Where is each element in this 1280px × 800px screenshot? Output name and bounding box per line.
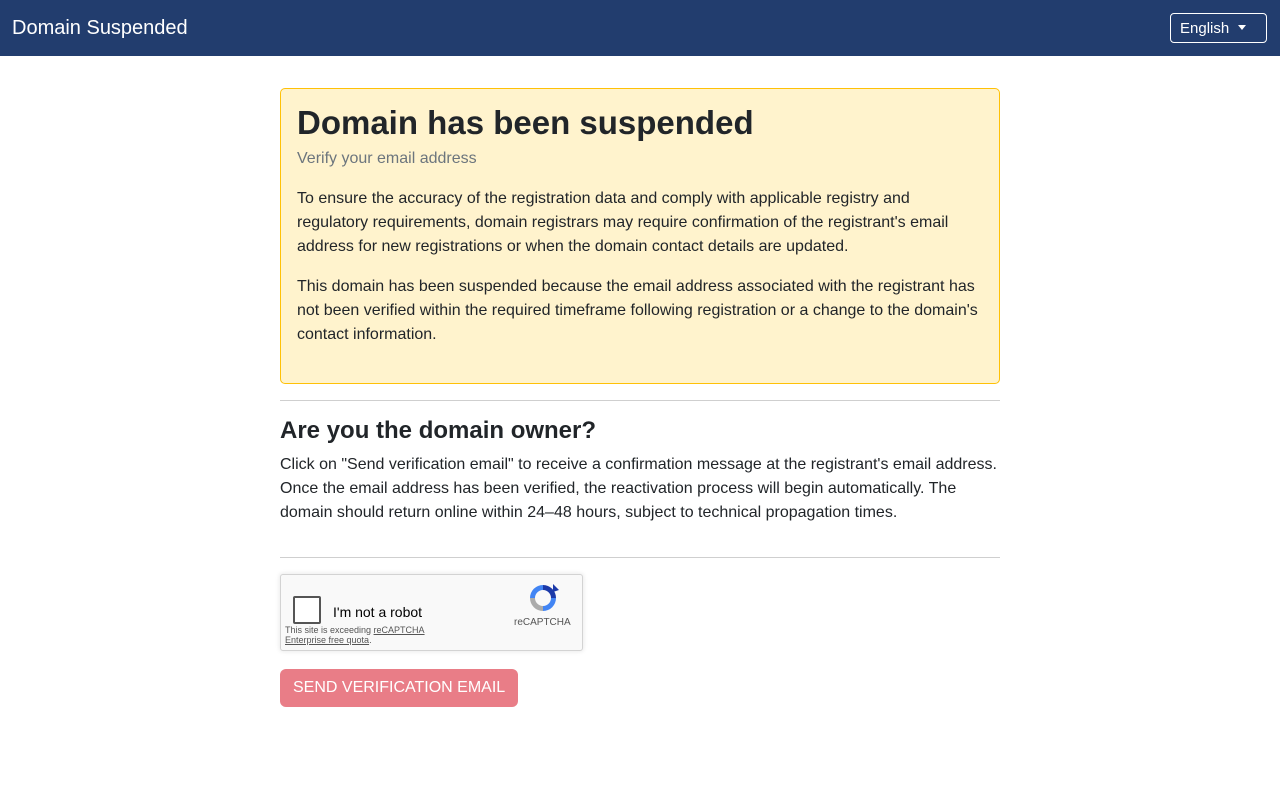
recaptcha-widget: I'm not a robot This site is exceeding r… [280,573,583,651]
language-label: English [1180,19,1230,37]
suspension-alert: Domain has been suspended Verify your em… [280,88,1000,384]
recaptcha-logo-icon [530,583,559,611]
alert-paragraph-1: To ensure the accuracy of the registrati… [297,189,949,255]
site-title: Domain Suspended [12,17,188,39]
recaptcha-brand: reCAPTCHA [514,616,571,628]
divider [280,400,1000,401]
recaptcha-note-suffix: . [369,634,372,645]
recaptcha-label: I'm not a robot [333,603,423,620]
chevron-down-icon [1238,24,1247,30]
recaptcha-quota-note: This site is exceeding reCAPTCHA Enterpr… [285,625,455,645]
main-content: Domain has been suspended Verify your em… [280,88,1000,707]
owner-section: Are you the domain owner? Click on "Send… [280,417,1000,525]
recaptcha-note-prefix: This site is exceeding [285,624,374,635]
owner-heading: Are you the domain owner? [280,417,597,444]
alert-title: Domain has been suspended [297,104,754,141]
alert-paragraph-2: This domain has been suspended because t… [297,277,978,343]
top-navbar: Domain Suspended English [0,0,1280,56]
language-dropdown[interactable]: English [1170,13,1267,43]
alert-subtitle: Verify your email address [297,149,477,167]
send-verification-button[interactable]: SEND VERIFICATION EMAIL [280,668,519,707]
recaptcha-checkbox[interactable] [293,595,321,624]
owner-text: Click on "Send verification email" to re… [280,455,997,521]
divider [280,556,1000,558]
